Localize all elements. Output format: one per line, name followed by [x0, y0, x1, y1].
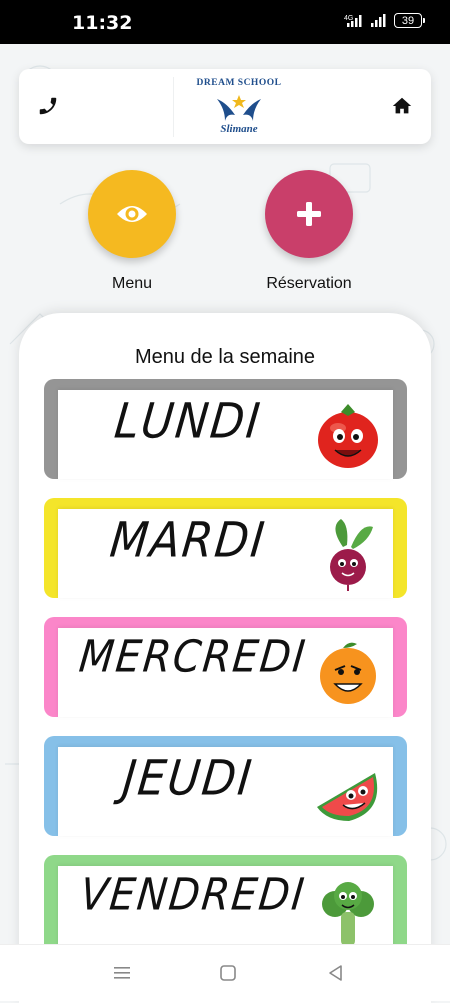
reservation-button[interactable]: [265, 170, 353, 258]
day-card-lundi[interactable]: LUNDI: [44, 379, 407, 479]
day-card-inner: JEUDI: [58, 747, 393, 836]
status-time: 11:32: [72, 12, 133, 34]
tomato-icon: [318, 404, 378, 468]
plus-icon: [297, 202, 321, 226]
svg-text:4G: 4G: [344, 15, 353, 22]
school-logo: DREAM SCHOOL Slimane: [191, 75, 287, 139]
broccoli-icon: [322, 882, 374, 946]
menu-action[interactable]: Menu: [67, 170, 197, 293]
battery-icon: 39: [394, 13, 425, 28]
phone-icon[interactable]: [37, 95, 59, 117]
status-icons: 4G 39: [344, 13, 425, 28]
panel-title: Menu de la semaine: [134, 346, 316, 368]
system-nav-bar: [0, 944, 450, 1001]
day-card-inner: MARDI: [58, 509, 393, 598]
day-card-jeudi[interactable]: JEUDI: [44, 736, 407, 836]
square-icon[interactable]: [216, 961, 240, 985]
day-name: VENDREDI: [77, 869, 309, 921]
day-card-inner: LUNDI: [58, 390, 393, 479]
watermelon-icon: [317, 773, 378, 821]
day-name: LUNDI: [111, 393, 265, 450]
day-card-inner: VENDREDI: [58, 866, 393, 955]
network-signal-icon: 4G: [344, 15, 362, 27]
swallows-logo-icon: [217, 95, 261, 121]
menu-icon[interactable]: [110, 961, 134, 985]
header-divider: [173, 77, 174, 137]
reservation-action[interactable]: Réservation: [244, 170, 374, 293]
day-name: JEUDI: [120, 750, 256, 807]
header-card: DREAM SCHOOL Slimane: [19, 69, 431, 144]
logo-subtitle: Slimane: [220, 123, 258, 135]
day-card-mercredi[interactable]: MERCREDI: [44, 617, 407, 717]
day-name: MARDI: [107, 512, 269, 569]
day-card-inner: MERCREDI: [58, 628, 393, 717]
home-icon[interactable]: [391, 95, 413, 117]
weekly-menu-panel: Menu de la semaine LUNDI MARDI MERCREDI …: [19, 313, 431, 1003]
orange-icon: [320, 642, 376, 704]
signal-icon: [371, 14, 386, 27]
back-triangle-icon[interactable]: [324, 961, 348, 985]
status-bar: 11:32 4G 39: [0, 0, 450, 44]
eye-icon: [117, 206, 147, 222]
menu-label: Menu: [111, 275, 153, 292]
beet-icon: [330, 519, 373, 591]
menu-button[interactable]: [88, 170, 176, 258]
day-name: MERCREDI: [76, 631, 310, 683]
day-card-vendredi[interactable]: VENDREDI: [44, 855, 407, 955]
logo-title: DREAM SCHOOL: [196, 78, 282, 88]
day-card-mardi[interactable]: MARDI: [44, 498, 407, 598]
reservation-label: Réservation: [266, 275, 352, 292]
